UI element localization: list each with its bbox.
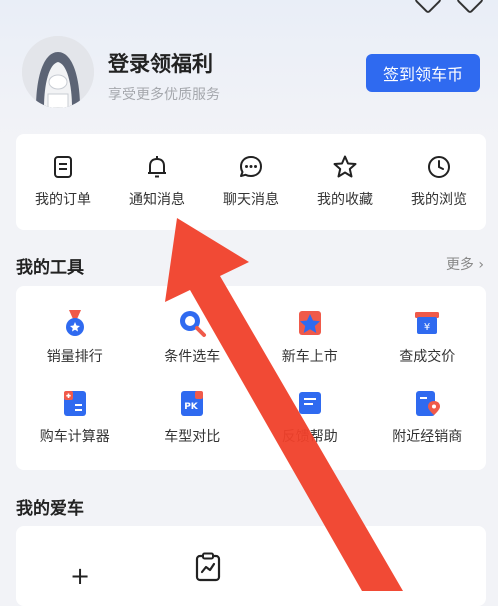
tool-label: 购车计算器 xyxy=(39,429,110,445)
tools-card: 销量排行 条件选车 新车上市 ¥ 查成交价 购车计算器 PK 车型对比 反馈帮助… xyxy=(16,286,486,470)
feedback-icon xyxy=(298,392,321,414)
car-card: + xyxy=(16,526,486,606)
shortcut-label: 我的订单 xyxy=(35,192,91,208)
calculator-icon xyxy=(63,391,86,416)
shortcut-favorites[interactable]: 我的收藏 xyxy=(298,134,392,230)
login-title[interactable]: 登录领福利 xyxy=(108,48,213,78)
shortcut-orders[interactable]: 我的订单 xyxy=(16,134,110,230)
chat-icon xyxy=(240,156,262,177)
medal-icon xyxy=(65,310,84,336)
shortcut-notifications[interactable]: 通知消息 xyxy=(110,134,204,230)
shortcut-label: 我的收藏 xyxy=(317,192,373,208)
shortcut-chat[interactable]: 聊天消息 xyxy=(204,134,298,230)
svg-text:PK: PK xyxy=(184,402,199,412)
tool-label: 新车上市 xyxy=(281,349,338,365)
astronaut-avatar-icon xyxy=(22,36,94,108)
add-car-button[interactable]: + xyxy=(70,562,90,590)
tool-label: 附近经销商 xyxy=(392,429,463,445)
price-tag-icon: ¥ xyxy=(415,312,440,334)
tool-model-compare[interactable]: PK 车型对比 xyxy=(134,378,252,458)
shortcut-label: 我的浏览 xyxy=(411,192,467,208)
pk-icon: PK xyxy=(181,391,204,416)
shortcut-label: 通知消息 xyxy=(129,192,185,208)
status-icons xyxy=(413,0,485,15)
tool-feedback-help[interactable]: 反馈帮助 xyxy=(251,378,369,458)
star-badge-icon xyxy=(298,311,321,335)
tool-price-check[interactable]: ¥ 查成交价 xyxy=(369,298,487,378)
magnifier-icon xyxy=(180,311,207,337)
svg-text:¥: ¥ xyxy=(424,322,430,333)
tool-label: 车型对比 xyxy=(164,429,221,445)
order-icon xyxy=(54,156,72,178)
tool-label: 条件选车 xyxy=(164,349,221,365)
clipboard-chart-icon[interactable] xyxy=(194,552,222,582)
shortcut-label: 聊天消息 xyxy=(223,192,279,208)
bell-icon xyxy=(148,156,166,178)
location-icon xyxy=(416,391,441,416)
tool-nearby-dealers[interactable]: 附近经销商 xyxy=(369,378,487,458)
shortcut-card: 我的订单 通知消息 聊天消息 我的收藏 我的浏览 xyxy=(16,134,486,230)
tool-car-calculator[interactable]: 购车计算器 xyxy=(16,378,134,458)
car-section-title: 我的爱车 xyxy=(16,499,84,519)
star-icon xyxy=(333,155,357,178)
tool-label: 查成交价 xyxy=(399,349,456,365)
clock-icon xyxy=(428,156,450,178)
avatar[interactable] xyxy=(22,36,94,108)
tool-filter-cars[interactable]: 条件选车 xyxy=(134,298,252,378)
tool-new-cars[interactable]: 新车上市 xyxy=(251,298,369,378)
shortcut-history[interactable]: 我的浏览 xyxy=(392,134,486,230)
more-tools-link[interactable]: 更多 › xyxy=(446,254,484,274)
tools-section-title: 我的工具 xyxy=(16,258,84,278)
tool-sales-ranking[interactable]: 销量排行 xyxy=(16,298,134,378)
login-subtitle: 享受更多优质服务 xyxy=(108,87,220,103)
tool-label: 反馈帮助 xyxy=(281,429,338,445)
tool-label: 销量排行 xyxy=(46,349,103,365)
signin-button[interactable]: 签到领车币 xyxy=(366,54,480,92)
